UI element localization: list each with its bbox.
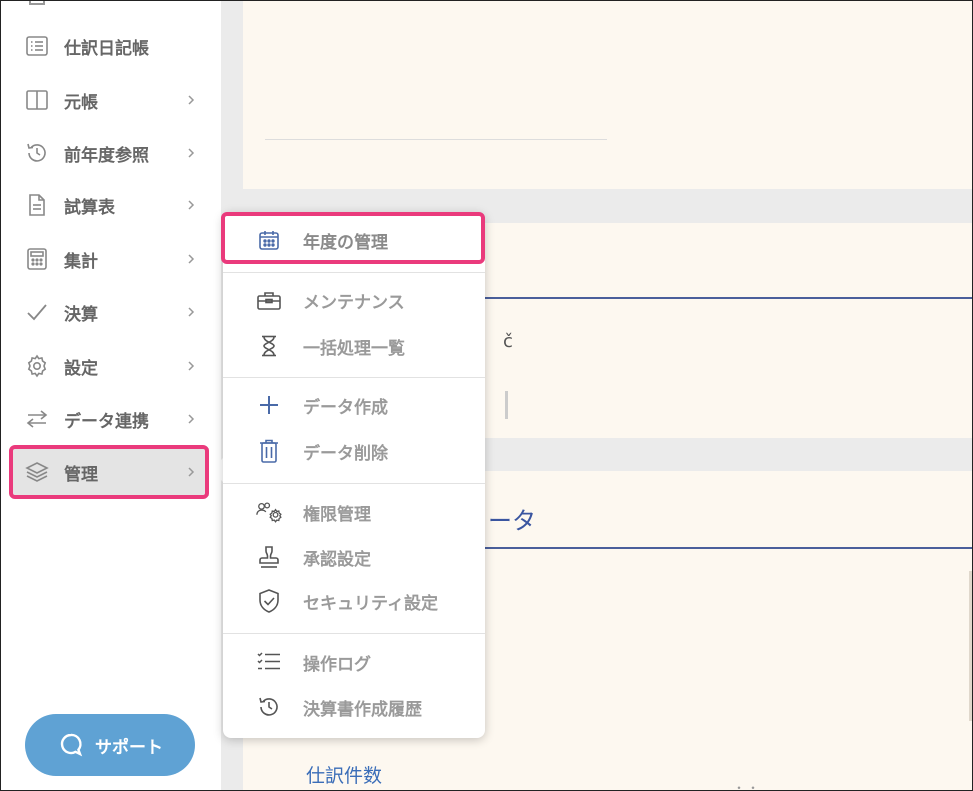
menu-divider [223, 377, 485, 378]
section-rule [483, 547, 972, 549]
trash-icon [255, 437, 283, 465]
menu-divider [223, 272, 485, 273]
menu-item-label: 一括処理一覧 [303, 338, 405, 359]
chevron-right-icon [181, 195, 201, 215]
chevron-right-icon [181, 462, 201, 482]
stamp-icon [255, 543, 283, 571]
gear-icon [24, 353, 50, 379]
layers-icon [24, 459, 50, 485]
sidebar-item-ledger[interactable]: 元帳 [11, 76, 209, 124]
sidebar-item-label: 設定 [64, 358, 98, 379]
menu-item-label: データ削除 [303, 443, 388, 464]
menu-item-label: 承認設定 [303, 549, 371, 570]
menu-item-label: 年度の管理 [303, 232, 388, 253]
menu-item-label: データ作成 [303, 397, 388, 418]
sidebar-item-label: 仕訳日記帳 [64, 38, 149, 59]
plus-icon [255, 391, 283, 419]
chevron-right-icon [181, 90, 201, 110]
sidebar-item-settings[interactable]: 設定 [11, 342, 209, 390]
chat-bubble-icon [57, 731, 85, 759]
sidebar-item-trial-balance[interactable]: 試算表 [11, 181, 209, 229]
checklist-icon [255, 648, 283, 676]
document-icon [24, 192, 50, 218]
chevron-right-icon [181, 409, 201, 429]
swap-icon [24, 406, 50, 432]
partial-icon [29, 1, 45, 5]
sidebar-item-journal[interactable]: 仕訳日記帳 [11, 22, 209, 70]
history-icon [255, 693, 283, 721]
menu-item-label: セキュリティ設定 [303, 593, 438, 614]
chevron-right-icon [181, 249, 201, 269]
menu-divider [223, 633, 485, 634]
admin-submenu: 年度の管理 メンテナンス 一括処理一覧 データ作成 データ削除 権限管理 承認設… [221, 212, 485, 738]
chevron-right-icon [181, 302, 201, 322]
shield-check-icon [255, 587, 283, 615]
menu-item-fiscal-year[interactable]: 年度の管理 [223, 218, 485, 262]
menu-item-operation-log[interactable]: 操作ログ [223, 640, 485, 684]
menu-item-label: 権限管理 [303, 504, 371, 525]
sidebar-item-label: 元帳 [64, 92, 98, 113]
menu-item-approval[interactable]: 承認設定 [223, 535, 485, 579]
users-gear-icon [255, 498, 283, 526]
sidebar-item-data-link[interactable]: データ連携 [11, 395, 209, 443]
menu-item-statement-history[interactable]: 決算書作成履歴 [223, 685, 485, 729]
toolbox-icon [255, 286, 283, 314]
menu-item-label: メンテナンス [303, 292, 405, 313]
menu-item-data-create[interactable]: データ作成 [223, 383, 485, 427]
chevron-right-icon [181, 356, 201, 376]
menu-divider [223, 483, 485, 484]
partial-text: č [503, 331, 513, 352]
book-icon [24, 87, 50, 113]
app-frame: č ータ 仕訳件数 ・・ 仕訳日記帳 元帳 前年度参照 試算表 集計 決算 設定… [0, 0, 973, 791]
calculator-icon [24, 246, 50, 272]
sidebar-item-label: 前年度参照 [64, 145, 149, 166]
sidebar-item-label: 試算表 [64, 197, 115, 218]
sidebar-item-admin[interactable]: 管理 [11, 448, 209, 496]
hourglass-icon [255, 332, 283, 360]
menu-item-security[interactable]: セキュリティ設定 [223, 579, 485, 623]
support-label: サポート [95, 737, 163, 758]
top-panel [243, 1, 972, 189]
ellipsis: ・・ [733, 781, 762, 791]
calendar-icon [255, 226, 283, 254]
sidebar-item-label: データ連携 [64, 411, 149, 432]
journal-count-link[interactable]: 仕訳件数 [306, 761, 382, 788]
section-title: ータ [488, 507, 536, 535]
menu-item-permissions[interactable]: 権限管理 [223, 490, 485, 534]
support-button[interactable]: サポート [25, 714, 195, 776]
menu-item-maintenance[interactable]: メンテナンス [223, 278, 485, 322]
sidebar-item-label: 決算 [64, 304, 98, 325]
menu-item-label: 操作ログ [303, 654, 371, 675]
history-icon [24, 140, 50, 166]
sidebar-item-closing[interactable]: 決算 [11, 288, 209, 336]
check-icon [24, 299, 50, 325]
list-icon [24, 33, 50, 59]
partial-mark [505, 391, 508, 419]
edge-strip [969, 571, 972, 721]
sidebar-item-label: 集計 [64, 251, 98, 272]
menu-item-data-delete[interactable]: データ削除 [223, 429, 485, 473]
chevron-right-icon [181, 143, 201, 163]
sidebar-item-prior-year[interactable]: 前年度参照 [11, 129, 209, 177]
section-rule [483, 297, 972, 299]
divider [265, 139, 607, 140]
sidebar-item-label: 管理 [64, 464, 98, 485]
sidebar: 仕訳日記帳 元帳 前年度参照 試算表 集計 決算 設定 データ連携 管理 サポー… [1, 1, 221, 790]
sidebar-item-aggregate[interactable]: 集計 [11, 235, 209, 283]
menu-item-label: 決算書作成履歴 [303, 699, 422, 720]
menu-item-batch-list[interactable]: 一括処理一覧 [223, 324, 485, 368]
